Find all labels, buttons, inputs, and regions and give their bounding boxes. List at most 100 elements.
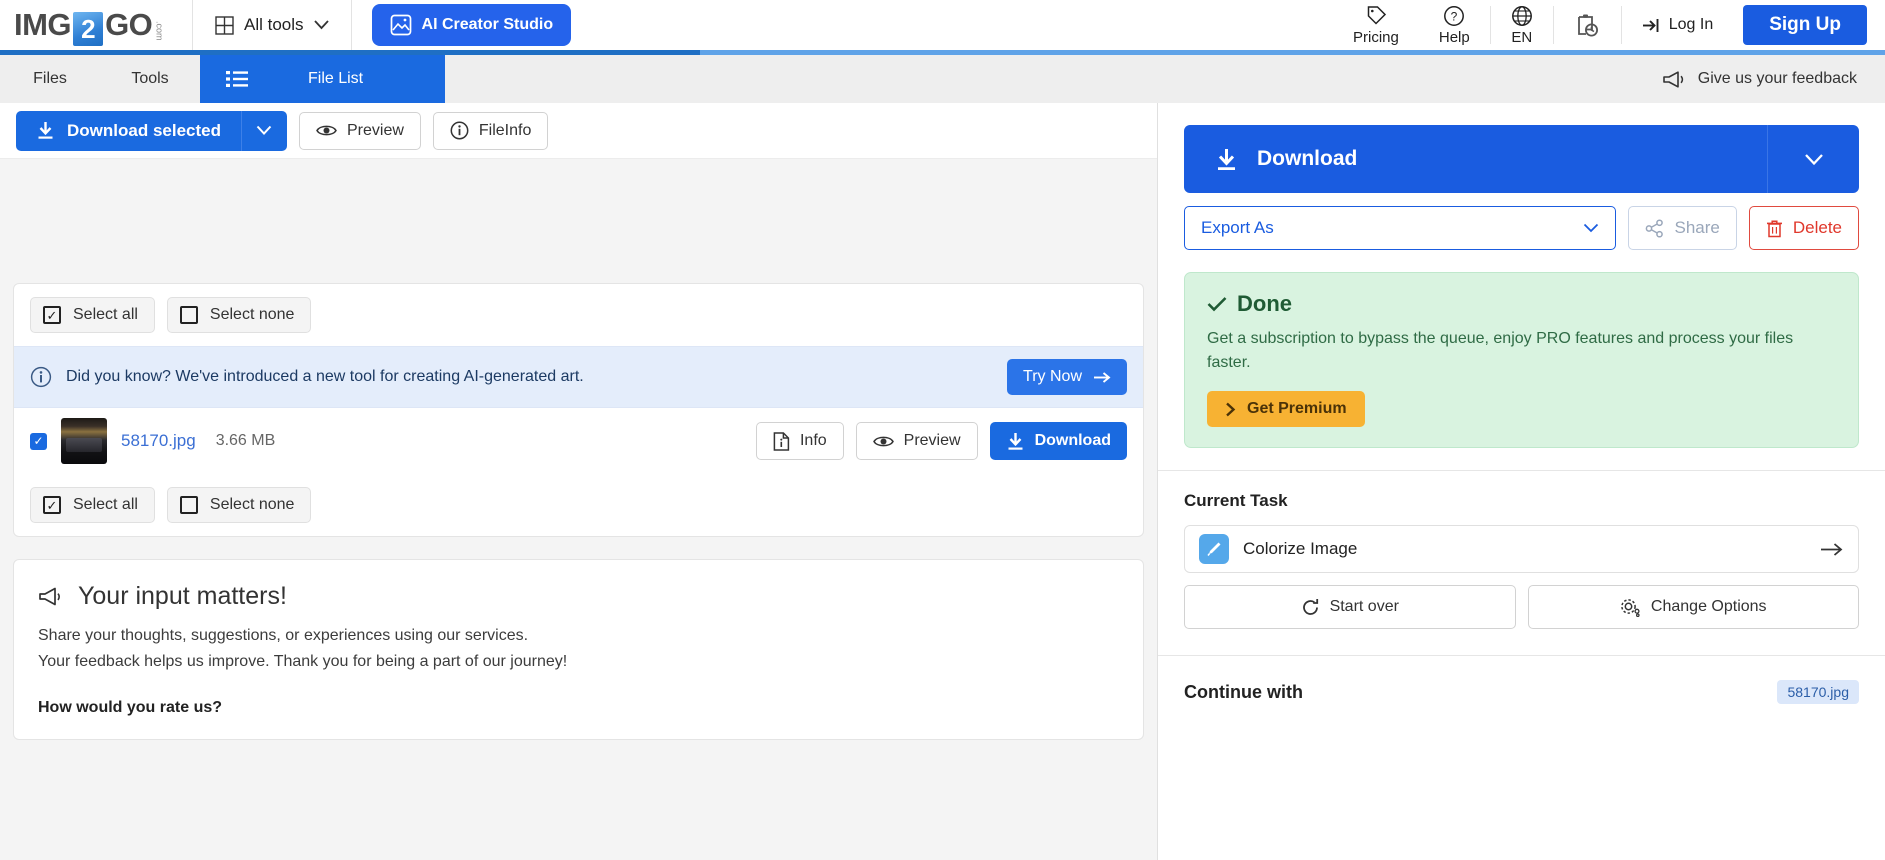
logo-text-two: 2 bbox=[73, 12, 104, 46]
check-icon bbox=[1207, 296, 1227, 312]
select-none-button-bottom[interactable]: Select none bbox=[166, 487, 312, 523]
export-as-label: Export As bbox=[1201, 218, 1274, 237]
sidebar-download-split-button[interactable]: Download bbox=[1184, 125, 1859, 193]
tab-file-list[interactable]: File List bbox=[200, 55, 445, 103]
file-download-label: Download bbox=[1034, 432, 1111, 449]
done-description: Get a subscription to bypass the queue, … bbox=[1207, 330, 1794, 371]
file-info-button[interactable]: Info bbox=[755, 422, 844, 460]
chevron-down-icon bbox=[1583, 223, 1599, 233]
sidebar-pane: Download Export As Share Delete Done Get… bbox=[1157, 103, 1885, 860]
arrow-right-icon bbox=[1094, 371, 1111, 384]
share-icon bbox=[1645, 218, 1664, 238]
continue-with-row: Continue with 58170.jpg bbox=[1184, 680, 1859, 704]
try-now-button[interactable]: Try Now bbox=[1007, 359, 1127, 395]
fileinfo-toolbar-label: FileInfo bbox=[478, 121, 532, 139]
eye-icon bbox=[316, 123, 337, 138]
done-title: Done bbox=[1237, 291, 1292, 316]
file-size-label: 3.66 MB bbox=[215, 432, 276, 449]
delete-label: Delete bbox=[1792, 218, 1842, 237]
language-selector[interactable]: EN bbox=[1491, 0, 1553, 50]
top-header: IMG 2 GO .com All tools AI Creator Studi… bbox=[0, 0, 1885, 50]
chevron-down-icon bbox=[1804, 153, 1823, 165]
give-feedback-link[interactable]: Give us your feedback bbox=[1634, 55, 1885, 103]
sidebar-divider-2 bbox=[1158, 655, 1885, 656]
select-none-button-top[interactable]: Select none bbox=[166, 297, 312, 333]
done-heading: Done bbox=[1207, 291, 1836, 317]
tag-icon bbox=[1365, 5, 1387, 27]
continue-with-file-chip[interactable]: 58170.jpg bbox=[1777, 680, 1859, 704]
sidebar-divider bbox=[1158, 470, 1885, 471]
file-row-checkbox[interactable]: ✓ bbox=[30, 432, 47, 450]
select-all-label-bottom: Select all bbox=[73, 496, 138, 513]
feedback-line-1: Share your thoughts, suggestions, or exp… bbox=[38, 627, 529, 644]
continue-with-label: Continue with bbox=[1184, 681, 1303, 702]
tab-bar: Files Tools File List Give us your feedb… bbox=[0, 55, 1885, 103]
start-over-button[interactable]: Start over bbox=[1184, 585, 1516, 629]
share-button[interactable]: Share bbox=[1628, 206, 1737, 250]
select-all-button-top[interactable]: ✓ Select all bbox=[30, 297, 155, 333]
get-premium-button[interactable]: Get Premium bbox=[1207, 391, 1365, 427]
share-label: Share bbox=[1674, 218, 1720, 237]
download-icon bbox=[1214, 147, 1239, 172]
grid-icon bbox=[215, 15, 234, 35]
tab-files[interactable]: Files bbox=[0, 55, 100, 103]
file-list-card: ✓ Select all Select none Did you know? W… bbox=[13, 283, 1144, 537]
gear-icon bbox=[1620, 598, 1641, 617]
export-as-button[interactable]: Export As bbox=[1184, 206, 1617, 250]
sidebar-download-label: Download bbox=[1257, 147, 1358, 170]
file-list-toolbar: Download selected Preview FileInfo bbox=[0, 103, 1157, 159]
task-action-buttons: Start over Change Options bbox=[1184, 585, 1859, 629]
delete-button[interactable]: Delete bbox=[1748, 206, 1859, 250]
file-thumbnail[interactable] bbox=[61, 418, 107, 464]
preview-toolbar-label: Preview bbox=[346, 121, 404, 139]
file-preview-button[interactable]: Preview bbox=[855, 422, 978, 460]
fileinfo-toolbar-button[interactable]: FileInfo bbox=[432, 111, 549, 150]
svg-text:?: ? bbox=[1451, 9, 1458, 23]
help-link[interactable]: ? Help bbox=[1419, 0, 1490, 50]
arrow-right-icon bbox=[1820, 542, 1844, 557]
tab-files-label: Files bbox=[33, 70, 67, 87]
download-selected-button[interactable]: Download selected bbox=[16, 110, 241, 151]
promo-notice-banner: Did you know? We've introduced a new too… bbox=[14, 346, 1143, 408]
feedback-rate-question: How would you rate us? bbox=[38, 698, 223, 716]
language-label: EN bbox=[1511, 28, 1533, 46]
refresh-icon bbox=[1301, 598, 1320, 617]
ai-creator-studio-button[interactable]: AI Creator Studio bbox=[371, 4, 572, 46]
all-tools-menu[interactable]: All tools bbox=[193, 0, 352, 50]
select-all-button-bottom[interactable]: ✓ Select all bbox=[30, 487, 155, 523]
chevron-right-icon bbox=[1225, 402, 1236, 417]
login-arrow-icon bbox=[1642, 17, 1662, 34]
file-list-pane: Download selected Preview FileInfo ✓ Sel… bbox=[0, 103, 1157, 860]
download-icon bbox=[36, 121, 55, 140]
file-row: ✓ 58170.jpg 3.66 MB Info Preview Downloa… bbox=[14, 408, 1143, 474]
checkbox-checked-icon: ✓ bbox=[43, 496, 61, 514]
sidebar-download-dropdown-toggle[interactable] bbox=[1767, 125, 1859, 193]
file-download-button[interactable]: Download bbox=[989, 422, 1127, 460]
sidebar-download-button[interactable]: Download bbox=[1184, 125, 1767, 193]
download-icon bbox=[1006, 432, 1025, 451]
checkbox-checked-icon: ✓ bbox=[43, 306, 61, 324]
eye-icon bbox=[872, 434, 894, 449]
preview-toolbar-button[interactable]: Preview bbox=[298, 111, 421, 150]
megaphone-icon bbox=[1662, 70, 1686, 89]
feedback-line-2: Your feedback helps us improve. Thank yo… bbox=[38, 652, 568, 670]
tab-tools[interactable]: Tools bbox=[100, 55, 200, 103]
chevron-down-icon bbox=[313, 20, 329, 30]
download-selected-dropdown-toggle[interactable] bbox=[240, 110, 287, 151]
chevron-down-icon bbox=[257, 125, 272, 135]
pricing-link[interactable]: Pricing bbox=[1333, 0, 1419, 50]
sidebar-action-buttons: Export As Share Delete bbox=[1184, 206, 1859, 250]
checkbox-empty-icon bbox=[179, 496, 198, 514]
signup-button[interactable]: Sign Up bbox=[1743, 5, 1867, 45]
download-selected-split-button[interactable]: Download selected bbox=[16, 110, 287, 151]
login-button[interactable]: Log In bbox=[1622, 0, 1733, 50]
all-tools-label: All tools bbox=[244, 15, 304, 34]
tab-file-list-label: File List bbox=[308, 70, 364, 87]
site-logo[interactable]: IMG 2 GO .com bbox=[0, 0, 193, 50]
file-name-link[interactable]: 58170.jpg bbox=[121, 431, 196, 451]
history-link[interactable] bbox=[1554, 0, 1621, 50]
current-task-row[interactable]: Colorize Image bbox=[1184, 525, 1859, 573]
feedback-title: Your input matters! bbox=[78, 582, 287, 610]
ai-creator-studio-label: AI Creator Studio bbox=[421, 16, 554, 33]
change-options-button[interactable]: Change Options bbox=[1527, 585, 1859, 629]
